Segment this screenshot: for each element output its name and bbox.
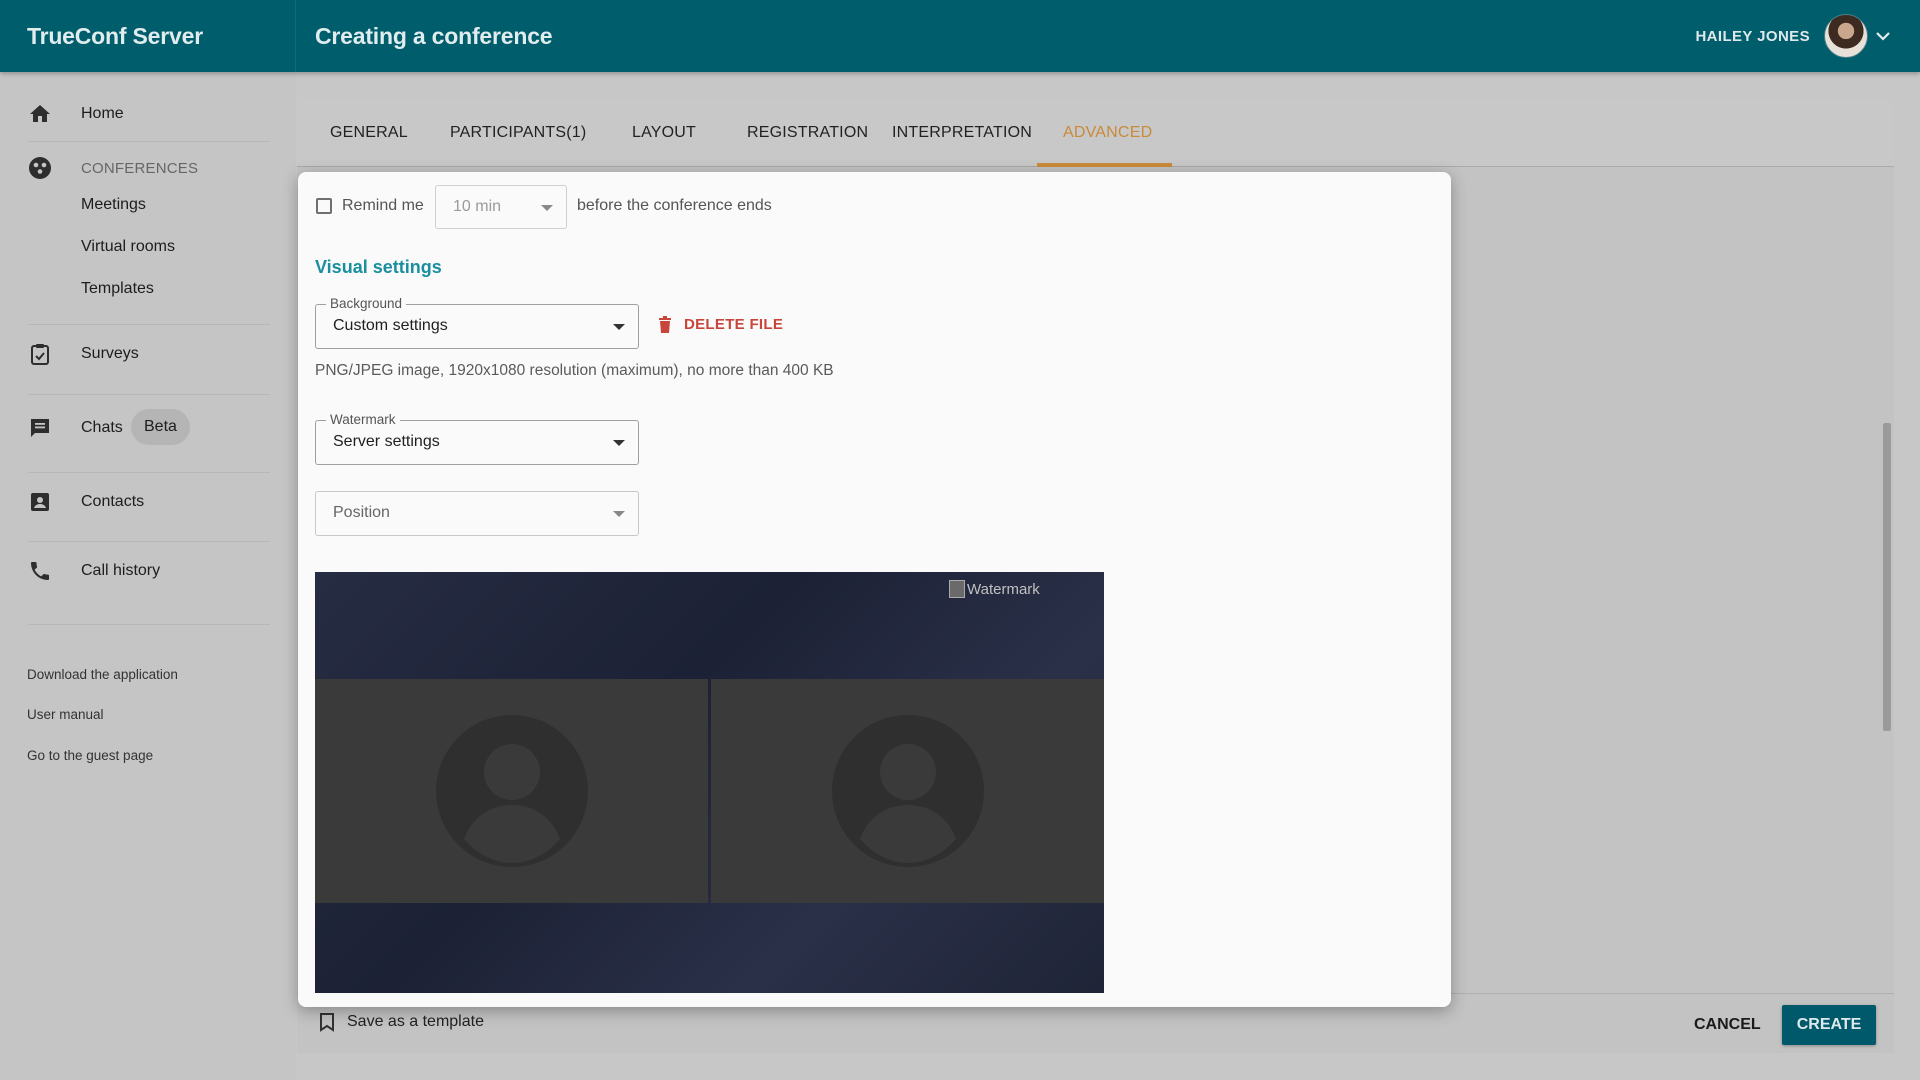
divider: [28, 394, 270, 395]
tab-layout[interactable]: LAYOUT: [632, 99, 696, 167]
delete-file-button[interactable]: DELETE FILE: [658, 316, 783, 333]
user-placeholder-icon: [831, 715, 984, 867]
conferences-icon: [28, 156, 52, 180]
sidebar-item-virtual-rooms[interactable]: Virtual rooms: [81, 238, 175, 256]
divider: [28, 141, 270, 142]
save-as-template-button[interactable]: Save as a template: [319, 1012, 484, 1032]
background-value: Custom settings: [333, 317, 448, 334]
sidebar-item-chats[interactable]: Chats Beta: [0, 409, 270, 445]
remind-time-select[interactable]: 10 min: [435, 185, 567, 229]
sidebar-item-call-history[interactable]: Call history: [0, 556, 270, 586]
home-icon: [28, 102, 52, 126]
save-as-template-label: Save as a template: [347, 1013, 484, 1030]
trash-icon: [659, 316, 671, 333]
dropdown-arrow-icon: [541, 205, 553, 211]
file-requirements-hint: PNG/JPEG image, 1920x1080 resolution (ma…: [315, 362, 834, 379]
delete-file-label: DELETE FILE: [684, 316, 784, 333]
advanced-settings-card: Remind me 10 min before the conference e…: [298, 172, 1451, 1007]
beta-badge: Beta: [131, 409, 190, 445]
sidebar: Home CONFERENCES Meetings Virtual rooms …: [0, 72, 296, 1080]
active-tab-indicator: [1037, 163, 1172, 167]
sidebar-section-conferences: CONFERENCES: [0, 153, 270, 183]
top-header: TrueConf Server Creating a conference HA…: [0, 0, 1920, 72]
sidebar-item-surveys[interactable]: Surveys: [0, 339, 270, 369]
sidebar-section-label: CONFERENCES: [81, 159, 199, 177]
cancel-button[interactable]: CANCEL: [1682, 1005, 1773, 1045]
conference-preview: Watermark: [315, 572, 1104, 993]
watermark-image: Watermark: [949, 580, 1040, 598]
sidebar-item-templates[interactable]: Templates: [81, 280, 154, 298]
user-placeholder-icon: [435, 715, 588, 867]
avatar[interactable]: [1824, 14, 1868, 58]
tab-advanced[interactable]: ADVANCED: [1063, 99, 1152, 167]
divider: [28, 324, 270, 325]
bookmark-icon: [320, 1013, 334, 1032]
divider: [28, 541, 270, 542]
remind-row: Remind me: [316, 184, 424, 228]
dropdown-arrow-icon: [613, 511, 625, 517]
remind-time-value: 10 min: [453, 198, 502, 215]
background-select[interactable]: Background Custom settings: [315, 296, 639, 349]
create-button[interactable]: CREATE: [1782, 1005, 1876, 1045]
watermark-select[interactable]: Watermark Server settings: [315, 412, 639, 465]
visual-settings-title: Visual settings: [315, 257, 442, 277]
dropdown-arrow-icon: [613, 440, 625, 446]
sidebar-item-label: Surveys: [81, 345, 139, 362]
tab-registration[interactable]: REGISTRATION: [747, 99, 868, 167]
dropdown-arrow-icon: [613, 324, 625, 330]
sidebar-item-contacts[interactable]: Contacts: [0, 487, 270, 517]
participant-tile: [711, 679, 1104, 903]
broken-image-icon: [949, 580, 965, 598]
phone-icon: [28, 559, 52, 583]
clipboard-check-icon: [28, 342, 52, 366]
sidebar-item-label: Home: [81, 105, 124, 122]
remind-suffix: before the conference ends: [577, 197, 772, 214]
user-name[interactable]: HAILEY JONES: [1695, 28, 1810, 45]
tab-interpretation[interactable]: INTERPRETATION: [892, 99, 1032, 167]
background-legend: Background: [326, 296, 407, 311]
page-title: Creating a conference: [315, 22, 553, 49]
contacts-icon: [28, 490, 52, 514]
divider: [28, 624, 270, 625]
watermark-legend: Watermark: [326, 412, 400, 427]
guest-page-link[interactable]: Go to the guest page: [27, 748, 153, 763]
divider: [28, 472, 270, 473]
watermark-alt-text: Watermark: [967, 580, 1040, 598]
participant-tile: [315, 679, 708, 903]
chat-icon: [28, 416, 52, 440]
sidebar-item-meetings[interactable]: Meetings: [81, 196, 146, 214]
download-app-link[interactable]: Download the application: [27, 667, 178, 682]
sidebar-item-label: Call history: [81, 562, 161, 579]
sidebar-item-home[interactable]: Home: [0, 99, 270, 129]
sidebar-item-label: Contacts: [81, 493, 145, 510]
watermark-value: Server settings: [333, 433, 440, 450]
tab-bar: GENERAL PARTICIPANTS(1) LAYOUT REGISTRAT…: [297, 99, 1894, 167]
remind-checkbox[interactable]: [316, 198, 332, 214]
remind-label: Remind me: [342, 197, 424, 214]
brand-logo[interactable]: TrueConf Server: [0, 0, 296, 72]
tab-general[interactable]: GENERAL: [330, 99, 408, 167]
sidebar-item-label: Chats: [81, 419, 123, 436]
user-menu[interactable]: HAILEY JONES: [1695, 0, 1890, 72]
position-select[interactable]: Position: [315, 491, 639, 536]
chevron-down-icon[interactable]: [1876, 31, 1890, 41]
user-manual-link[interactable]: User manual: [27, 707, 104, 722]
position-placeholder: Position: [333, 504, 390, 521]
scrollbar-thumb[interactable]: [1883, 423, 1891, 731]
tab-participants[interactable]: PARTICIPANTS(1): [450, 99, 586, 167]
